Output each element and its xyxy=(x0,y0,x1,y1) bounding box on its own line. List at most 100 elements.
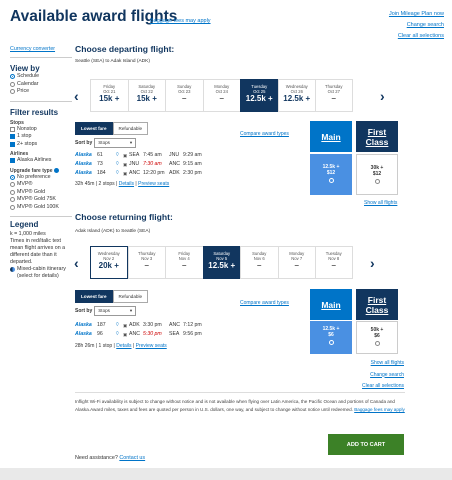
depart-main-fare[interactable]: 12.5k + $12 xyxy=(310,154,352,195)
fare-radio[interactable] xyxy=(374,179,380,184)
date-cell[interactable]: Sunday Nov 6– xyxy=(240,246,278,279)
date-cell[interactable]: Saturday Nov 5 12.5k + xyxy=(202,246,240,279)
radio-button[interactable] xyxy=(10,89,15,95)
checkbox[interactable] xyxy=(10,158,15,164)
arrival-time: 9:15 am xyxy=(183,161,202,167)
filter-option[interactable]: Calendar xyxy=(10,81,72,89)
next-dates-icon[interactable]: › xyxy=(370,255,375,271)
filter-option[interactable]: Nonstop xyxy=(10,126,72,134)
depart-first-class-fare[interactable]: 30k + $12 xyxy=(356,154,398,195)
date-price: – xyxy=(331,261,336,270)
compare-award-types-link[interactable]: Compare award types xyxy=(240,131,289,137)
arrival-time: 7:12 pm xyxy=(183,322,202,328)
sort-label: Sort by xyxy=(75,308,93,314)
prev-dates-icon[interactable]: ‹ xyxy=(74,88,79,104)
return-first-class-fare[interactable]: 50k + $6 xyxy=(356,321,398,354)
sort-select[interactable]: Stops ▾ xyxy=(94,138,137,148)
radio-button[interactable] xyxy=(10,81,15,87)
preview-seats-link[interactable]: Preview seats xyxy=(136,343,167,349)
filter-option[interactable]: MVP® xyxy=(10,181,72,189)
tab-refundable[interactable]: Refundable xyxy=(112,122,149,135)
checkbox[interactable] xyxy=(10,126,15,132)
filter-option[interactable]: 2+ stops xyxy=(10,141,72,149)
prev-dates-icon[interactable]: ‹ xyxy=(74,255,79,271)
arrival-airport: JNU xyxy=(169,152,180,158)
radio-button[interactable] xyxy=(10,197,15,203)
date-price: 20k + xyxy=(98,261,119,270)
legend-times: Times in red/italic text mean flight arr… xyxy=(10,238,66,265)
date-price: 12.5k + xyxy=(283,94,311,103)
tab-lowest-fare[interactable]: Lowest fare xyxy=(75,122,113,135)
next-dates-icon[interactable]: › xyxy=(380,88,385,104)
radio-button[interactable] xyxy=(10,74,15,80)
checkbox[interactable] xyxy=(10,134,15,140)
disclaimer: Inflight Wi-Fi availability is subject t… xyxy=(75,399,405,412)
first-class-column-header[interactable]: First Class xyxy=(356,289,398,320)
baggage-fees-link[interactable]: Baggage fees may apply xyxy=(150,18,211,24)
filter-option[interactable]: MVP® Gold 75K xyxy=(10,196,72,204)
compare-award-types-link[interactable]: Compare award types xyxy=(240,300,289,306)
first-class-column-header[interactable]: First Class xyxy=(356,121,398,152)
date-cell[interactable]: Thursday Oct 27– xyxy=(315,79,353,112)
change-search-link[interactable]: Change search xyxy=(389,20,444,31)
join-mileage-plan-link[interactable]: Join Mileage Plan now xyxy=(389,9,444,20)
date-cell[interactable]: Friday Oct 21 15k + xyxy=(90,79,128,112)
main-column-header[interactable]: Main xyxy=(310,289,352,320)
sort-select[interactable]: Stops ▾ xyxy=(94,306,137,316)
show-all-flights-link[interactable]: Show all flights xyxy=(364,200,397,206)
date-cell[interactable]: Monday Oct 24– xyxy=(202,79,240,112)
date-price: – xyxy=(182,94,187,103)
contact-us-link[interactable]: Contact us xyxy=(119,455,145,461)
date-cell[interactable]: Wednesday Nov 2 20k + xyxy=(90,246,128,279)
filter-option[interactable]: MVP® Gold xyxy=(10,189,72,197)
return-summary: 28h 26m | 1 stop | Details | Preview sea… xyxy=(75,343,167,349)
clear-all-selections-link[interactable]: Clear all selections xyxy=(362,381,404,393)
filter-option[interactable]: 1 stop xyxy=(10,133,72,141)
fare-radio[interactable] xyxy=(328,178,334,183)
main-column-header[interactable]: Main xyxy=(310,121,352,152)
option-label: 1 stop xyxy=(17,133,32,139)
checkbox[interactable] xyxy=(10,141,15,147)
return-main-fare[interactable]: 12.5k + $6 xyxy=(310,321,352,354)
add-to-cart-button[interactable]: ADD TO CART xyxy=(328,434,404,455)
departure-time: 7:45 am xyxy=(143,152,162,158)
filter-option[interactable]: No preference xyxy=(10,174,72,182)
chevron-down-icon: ▾ xyxy=(129,308,133,313)
filter-option[interactable]: MVP® Gold 100K xyxy=(10,204,72,212)
currency-converter-link[interactable]: Currency converter xyxy=(10,46,72,52)
date-price: – xyxy=(182,261,187,270)
date-cell[interactable]: Wednesday Oct 26 12.5k + xyxy=(277,79,315,112)
divider xyxy=(10,57,72,58)
date-cell[interactable]: Thursday Nov 3– xyxy=(127,246,165,279)
view-by-options: Schedule Calendar Price xyxy=(10,73,72,96)
date-cell[interactable]: Monday Nov 7– xyxy=(277,246,315,279)
details-link[interactable]: Details xyxy=(119,181,134,187)
clear-all-selections-link[interactable]: Clear all selections xyxy=(389,31,444,42)
radio-button[interactable] xyxy=(10,182,15,188)
fare-radio[interactable] xyxy=(328,340,334,345)
details-link[interactable]: Details xyxy=(116,343,131,349)
date-cell[interactable]: Saturday Oct 22 15k + xyxy=(127,79,165,112)
date-cell[interactable]: Tuesday Nov 8– xyxy=(315,246,353,279)
radio-button[interactable] xyxy=(10,204,15,210)
change-search-link[interactable]: Change search xyxy=(362,370,404,382)
date-cell[interactable]: Tuesday Oct 25 12.5k + xyxy=(240,79,278,112)
show-all-flights-link[interactable]: Show all flights xyxy=(362,358,404,370)
filter-option[interactable]: Alaska Airlines xyxy=(10,157,72,165)
divider xyxy=(10,100,72,102)
radio-button[interactable] xyxy=(10,189,15,195)
preview-seats-link[interactable]: Preview seats xyxy=(138,181,169,187)
info-icon[interactable] xyxy=(53,167,59,173)
tab-refundable[interactable]: Refundable xyxy=(112,290,149,303)
date-cell[interactable]: Sunday Oct 23– xyxy=(165,79,203,112)
radio-button[interactable] xyxy=(10,174,15,180)
baggage-fees-link[interactable]: Baggage fees may apply xyxy=(354,407,405,412)
depart-fare-tabs: Lowest fare Refundable xyxy=(75,122,149,135)
departure-airport: ANC xyxy=(129,170,140,176)
date-cell[interactable]: Friday Nov 4– xyxy=(165,246,203,279)
tab-lowest-fare[interactable]: Lowest fare xyxy=(75,290,113,303)
fare-radio[interactable] xyxy=(374,341,380,346)
filter-option[interactable]: Price xyxy=(10,88,72,96)
depart-flight-list: Alaska 61 ⌔ ▣ SEA 7:45 am JNU 9:29 am Alaska 73 ⌔ ▣… xyxy=(75,151,307,178)
filter-option[interactable]: Schedule xyxy=(10,73,72,81)
